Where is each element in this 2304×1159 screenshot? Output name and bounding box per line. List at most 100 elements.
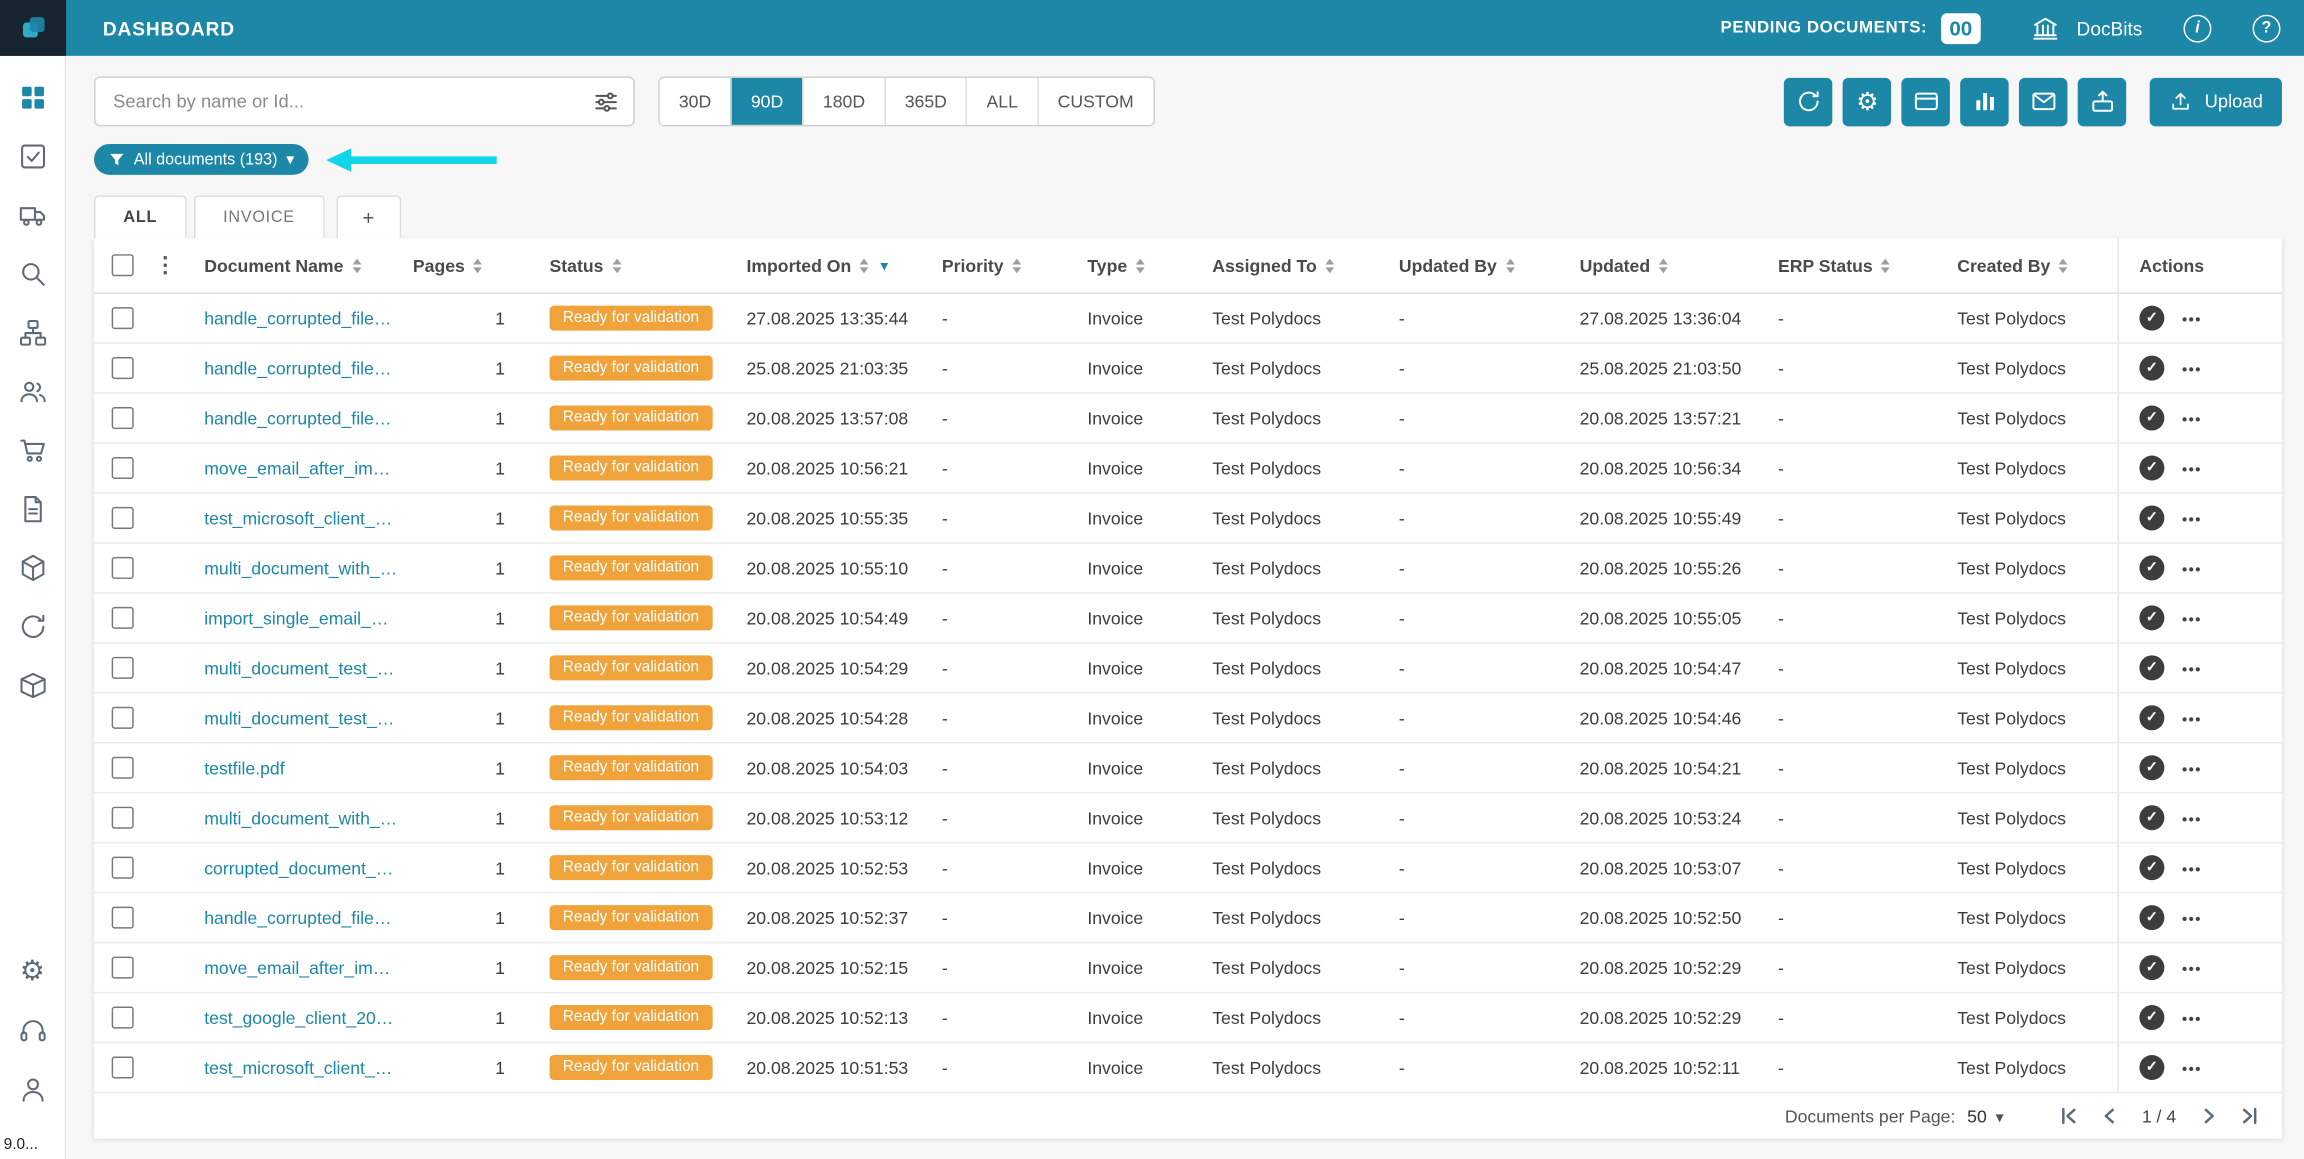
sort-icon[interactable] xyxy=(1506,258,1515,273)
column-header[interactable]: Pages xyxy=(413,238,550,292)
time-filter-button[interactable]: CUSTOM xyxy=(1037,78,1153,125)
row-checkbox[interactable] xyxy=(112,657,134,679)
sort-icon[interactable] xyxy=(2059,258,2068,273)
row-more-icon[interactable] xyxy=(2182,308,2202,329)
document-link[interactable]: import_single_email_… xyxy=(204,608,388,629)
table-row[interactable]: test_microsoft_client_… 1 Ready for vali… xyxy=(94,1043,2282,1093)
row-checkbox[interactable] xyxy=(112,407,134,429)
mail-import-icon[interactable] xyxy=(2019,77,2067,125)
package-box-icon[interactable] xyxy=(0,550,65,585)
row-more-icon[interactable] xyxy=(2182,508,2202,529)
sort-icon[interactable] xyxy=(612,258,621,273)
row-more-icon[interactable] xyxy=(2182,708,2202,729)
tasks-check-icon[interactable] xyxy=(0,138,65,173)
row-checkbox[interactable] xyxy=(112,957,134,979)
organization-building-icon[interactable] xyxy=(2031,13,2060,42)
row-checkbox[interactable] xyxy=(112,1007,134,1029)
table-row[interactable]: handle_corrupted_file… 1 Ready for valid… xyxy=(94,893,2282,943)
document-link[interactable]: handle_corrupted_file… xyxy=(204,308,391,329)
validate-check-icon[interactable] xyxy=(2139,755,2164,780)
column-header[interactable]: Type xyxy=(1087,238,1212,292)
sort-icon[interactable] xyxy=(1326,258,1335,273)
table-row[interactable]: multi_document_with_… 1 Ready for valida… xyxy=(94,544,2282,594)
analytics-chart-icon[interactable] xyxy=(1961,77,2009,125)
card-icon[interactable] xyxy=(1902,77,1950,125)
last-page-icon[interactable] xyxy=(2239,1105,2261,1127)
column-header[interactable]: Priority xyxy=(942,238,1087,292)
document-link[interactable]: multi_document_test_… xyxy=(204,658,394,679)
workflow-icon[interactable] xyxy=(0,314,65,349)
validate-check-icon[interactable] xyxy=(2139,456,2164,481)
chevron-down-icon[interactable] xyxy=(1996,1106,2004,1127)
row-more-icon[interactable] xyxy=(2182,458,2202,479)
row-checkbox[interactable] xyxy=(112,707,134,729)
support-headset-icon[interactable] xyxy=(0,1012,65,1047)
validate-check-icon[interactable] xyxy=(2139,406,2164,431)
select-all-checkbox[interactable] xyxy=(112,254,134,276)
sort-icon[interactable] xyxy=(860,258,869,273)
dashboard-grid-icon[interactable] xyxy=(0,79,65,114)
table-row[interactable]: move_email_after_im… 1 Ready for validat… xyxy=(94,943,2282,993)
document-link[interactable]: multi_document_test_… xyxy=(204,708,394,729)
column-header[interactable]: Assigned To xyxy=(1212,238,1399,292)
validate-check-icon[interactable] xyxy=(2139,605,2164,630)
validate-check-icon[interactable] xyxy=(2139,905,2164,930)
sync-refresh-icon[interactable] xyxy=(1784,77,1832,125)
document-link[interactable]: handle_corrupted_file… xyxy=(204,358,391,379)
previous-page-icon[interactable] xyxy=(2098,1105,2120,1127)
validate-check-icon[interactable] xyxy=(2139,1005,2164,1030)
validate-check-icon[interactable] xyxy=(2139,705,2164,730)
row-more-icon[interactable] xyxy=(2182,408,2202,429)
validate-check-icon[interactable] xyxy=(2139,655,2164,680)
all-documents-filter-chip[interactable]: All documents (193) xyxy=(94,144,309,175)
row-checkbox[interactable] xyxy=(112,307,134,329)
sync-returns-icon[interactable] xyxy=(0,608,65,643)
per-page-select[interactable]: 50 xyxy=(1967,1106,1987,1127)
row-checkbox[interactable] xyxy=(112,807,134,829)
sort-icon[interactable] xyxy=(1659,258,1668,273)
column-header[interactable]: Actions xyxy=(2117,238,2282,292)
row-checkbox[interactable] xyxy=(112,557,134,579)
filter-tune-icon[interactable] xyxy=(594,89,619,114)
validate-check-icon[interactable] xyxy=(2139,505,2164,530)
table-row[interactable]: testfile.pdf 1 Ready for validation 20.0… xyxy=(94,744,2282,794)
document-link[interactable]: move_email_after_im… xyxy=(204,957,390,978)
row-more-icon[interactable] xyxy=(2182,807,2202,828)
sort-icon[interactable] xyxy=(1012,258,1021,273)
time-filter-button[interactable]: 90D xyxy=(730,78,802,125)
table-row[interactable]: handle_corrupted_file… 1 Ready for valid… xyxy=(94,294,2282,344)
invoice-document-icon[interactable] xyxy=(0,491,65,526)
row-more-icon[interactable] xyxy=(2182,757,2202,778)
row-checkbox[interactable] xyxy=(112,507,134,529)
row-more-icon[interactable] xyxy=(2182,658,2202,679)
row-more-icon[interactable] xyxy=(2182,608,2202,629)
archive-export-icon[interactable] xyxy=(2078,77,2126,125)
info-icon[interactable] xyxy=(2183,14,2211,42)
document-link[interactable]: corrupted_document_… xyxy=(204,857,393,878)
column-header[interactable]: Document Name xyxy=(204,238,413,292)
document-link[interactable]: move_email_after_im… xyxy=(204,458,390,479)
document-link[interactable]: test_microsoft_client_… xyxy=(204,1057,392,1078)
table-row[interactable]: import_single_email_… 1 Ready for valida… xyxy=(94,594,2282,644)
upload-button[interactable]: Upload xyxy=(2150,77,2282,125)
shipments-truck-icon[interactable] xyxy=(0,197,65,232)
header-kebab-icon[interactable] xyxy=(154,251,176,279)
column-header[interactable]: Created By xyxy=(1957,238,2117,292)
settings-gear-icon[interactable] xyxy=(0,954,65,989)
validate-check-icon[interactable] xyxy=(2139,306,2164,331)
time-filter-button[interactable]: 180D xyxy=(802,78,884,125)
validate-check-icon[interactable] xyxy=(2139,1055,2164,1080)
table-row[interactable]: handle_corrupted_file… 1 Ready for valid… xyxy=(94,394,2282,444)
document-link[interactable]: multi_document_with_… xyxy=(204,558,397,579)
column-header[interactable]: ERP Status xyxy=(1778,238,1957,292)
row-checkbox[interactable] xyxy=(112,857,134,879)
table-row[interactable]: test_microsoft_client_… 1 Ready for vali… xyxy=(94,494,2282,544)
search-magnifier-icon[interactable] xyxy=(0,256,65,291)
row-checkbox[interactable] xyxy=(112,357,134,379)
validate-check-icon[interactable] xyxy=(2139,555,2164,580)
row-more-icon[interactable] xyxy=(2182,1057,2202,1078)
next-page-icon[interactable] xyxy=(2198,1105,2220,1127)
document-link[interactable]: test_google_client_20… xyxy=(204,1007,393,1028)
row-more-icon[interactable] xyxy=(2182,857,2202,878)
document-link[interactable]: multi_document_with_… xyxy=(204,807,397,828)
